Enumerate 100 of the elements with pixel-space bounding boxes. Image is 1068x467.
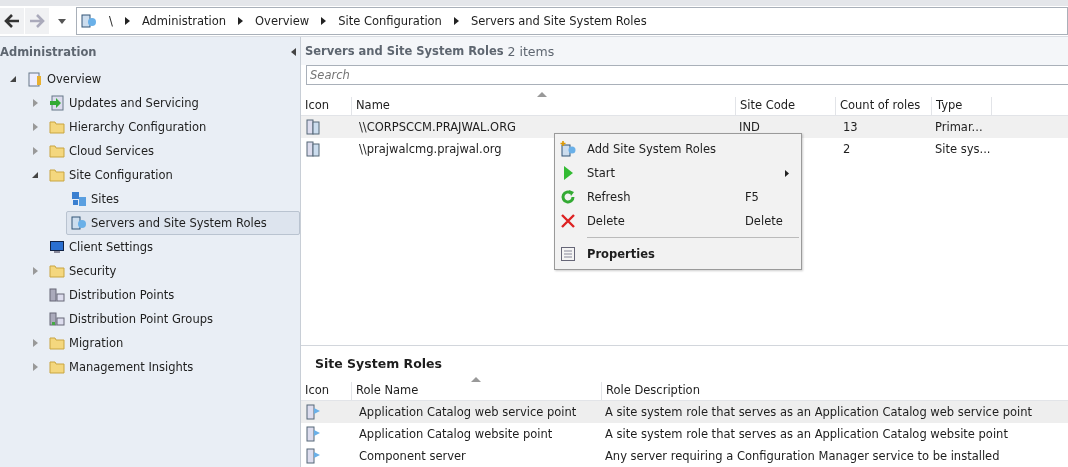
table-row[interactable]: Component server Any server requiring a Configuration Manager service to be installed bbox=[301, 445, 1068, 467]
item-count: 2 items bbox=[507, 43, 555, 59]
folder-icon bbox=[49, 167, 65, 183]
refresh-icon bbox=[560, 189, 576, 205]
menu-item[interactable]: Properties bbox=[555, 242, 801, 266]
distribution-group-icon bbox=[49, 311, 65, 327]
tree-label: Cloud Services bbox=[69, 144, 154, 158]
server-icon bbox=[81, 13, 97, 29]
column-header[interactable]: Name bbox=[351, 97, 735, 115]
breadcrumb-item[interactable]: Administration bbox=[141, 14, 227, 28]
tree-label: Security bbox=[69, 264, 117, 278]
monitor-icon bbox=[49, 239, 65, 255]
menu-item[interactable]: Delete Delete bbox=[555, 209, 801, 233]
column-header[interactable]: Type bbox=[931, 97, 991, 115]
tree-label: Servers and Site System Roles bbox=[91, 216, 267, 230]
menu-item[interactable]: Refresh F5 bbox=[555, 185, 801, 209]
tree-item[interactable]: Hierarchy Configuration bbox=[44, 115, 212, 139]
tree-label: Distribution Points bbox=[69, 288, 175, 302]
delete-icon bbox=[560, 213, 576, 229]
properties-icon bbox=[560, 246, 576, 262]
column-header[interactable]: Role Description bbox=[601, 382, 1068, 400]
tree-label: Management Insights bbox=[69, 360, 194, 374]
tree-item[interactable]: Client Settings bbox=[44, 235, 159, 259]
server-icon bbox=[71, 215, 87, 231]
tree-item[interactable]: Security bbox=[44, 259, 122, 283]
table-cell-text: 13 bbox=[842, 120, 859, 134]
list-title: Servers and Site System Roles bbox=[305, 44, 504, 58]
table-cell-text: Primar... bbox=[934, 120, 984, 134]
tree-item[interactable]: Site Configuration bbox=[44, 163, 178, 187]
collapse-icon[interactable] bbox=[291, 48, 296, 56]
section-title: Site System Roles bbox=[314, 354, 443, 373]
column-header[interactable]: Count of roles bbox=[835, 97, 931, 115]
tree-item[interactable]: Sites bbox=[66, 187, 125, 211]
tree-label: Migration bbox=[69, 336, 124, 350]
expanded-icon[interactable] bbox=[32, 172, 38, 178]
chevron-icon bbox=[321, 17, 327, 25]
chevron-icon bbox=[238, 17, 244, 25]
sites-icon bbox=[71, 191, 87, 207]
server-role-icon bbox=[305, 426, 321, 442]
search-field[interactable]: Search bbox=[306, 65, 1068, 85]
tree-item[interactable]: Migration bbox=[44, 331, 129, 355]
back-button[interactable] bbox=[0, 8, 24, 34]
tree-label: Client Settings bbox=[69, 240, 154, 254]
tree-label: Site Configuration bbox=[69, 168, 173, 182]
table-cell[interactable]: \\CORPSCCM.PRAJWAL.ORG bbox=[359, 120, 517, 134]
column-header[interactable]: Site Code bbox=[735, 97, 835, 115]
folder-icon bbox=[49, 143, 65, 159]
column-header[interactable]: Icon bbox=[301, 382, 351, 400]
server-icon bbox=[305, 141, 321, 157]
table-cell-text: A site system role that serves as an Application Catalog web service point bbox=[604, 405, 1033, 419]
address-bar[interactable]: \ Administration Overview Site Configuration Servers and Site System Roles bbox=[76, 7, 1068, 35]
table-cell-text: Site sys... bbox=[934, 142, 991, 156]
sort-arrow-icon bbox=[471, 377, 481, 382]
column-header[interactable]: Icon bbox=[301, 97, 351, 115]
tree-item[interactable]: Updates and Servicing bbox=[44, 91, 204, 115]
expand-icon[interactable] bbox=[32, 147, 38, 155]
folder-icon bbox=[49, 119, 65, 135]
table-row[interactable]: Application Catalog website point A site system role that serves as an Application Catalog website point bbox=[301, 423, 1068, 445]
folder-icon bbox=[49, 263, 65, 279]
tree-item[interactable]: Cloud Services bbox=[44, 139, 159, 163]
tree-item[interactable]: Overview bbox=[22, 67, 107, 91]
folder-icon bbox=[49, 335, 65, 351]
sort-arrow-icon bbox=[537, 92, 547, 97]
expand-icon[interactable] bbox=[32, 363, 38, 371]
breadcrumb-item[interactable]: Site Configuration bbox=[338, 14, 442, 28]
table-cell-text: 2 bbox=[842, 142, 852, 156]
table-cell-text: A site system role that serves as an Application Catalog website point bbox=[604, 427, 1009, 441]
tree-item[interactable]: Management Insights bbox=[44, 355, 199, 379]
updates-icon bbox=[49, 95, 65, 111]
tree-label: Hierarchy Configuration bbox=[69, 120, 207, 134]
clipboard-icon bbox=[27, 71, 43, 87]
menu-item[interactable]: Add Site System Roles bbox=[555, 137, 801, 161]
tree-label: Sites bbox=[91, 192, 120, 206]
chevron-icon bbox=[124, 17, 130, 25]
table-cell-text: Any server requiring a Configuration Manager service to be installed bbox=[604, 449, 1001, 463]
server-role-icon bbox=[305, 448, 321, 464]
expanded-icon[interactable] bbox=[10, 76, 16, 82]
chevron-icon bbox=[453, 17, 459, 25]
tree-label: Overview bbox=[47, 72, 102, 86]
tree-label: Distribution Point Groups bbox=[69, 312, 213, 326]
expand-icon[interactable] bbox=[32, 99, 38, 107]
menu-item[interactable]: Start bbox=[555, 161, 801, 185]
table-cell: IND bbox=[739, 120, 760, 134]
breadcrumb-item[interactable]: Servers and Site System Roles bbox=[470, 14, 647, 28]
dropdown-icon[interactable] bbox=[58, 18, 66, 24]
table-cell-text: Application Catalog website point bbox=[358, 427, 554, 441]
tree-item[interactable]: Distribution Point Groups bbox=[44, 307, 218, 331]
expand-icon[interactable] bbox=[32, 267, 38, 275]
server-icon bbox=[305, 119, 321, 135]
expand-icon[interactable] bbox=[32, 339, 38, 347]
table-cell-text: Component server bbox=[358, 449, 467, 463]
table-row[interactable]: Application Catalog web service point A site system role that serves as an Application Catalog web service point bbox=[301, 401, 1068, 423]
breadcrumb-item[interactable]: \ bbox=[109, 14, 113, 28]
breadcrumb-item[interactable]: Overview bbox=[255, 14, 310, 28]
distribution-point-icon bbox=[49, 287, 65, 303]
column-header[interactable]: Role Name bbox=[351, 382, 601, 400]
tree-item[interactable]: Distribution Points bbox=[44, 283, 180, 307]
tree-item[interactable]: Servers and Site System Roles bbox=[66, 211, 300, 235]
table-cell[interactable]: \\prajwalcmg.prajwal.org bbox=[359, 142, 502, 156]
expand-icon[interactable] bbox=[32, 123, 38, 131]
